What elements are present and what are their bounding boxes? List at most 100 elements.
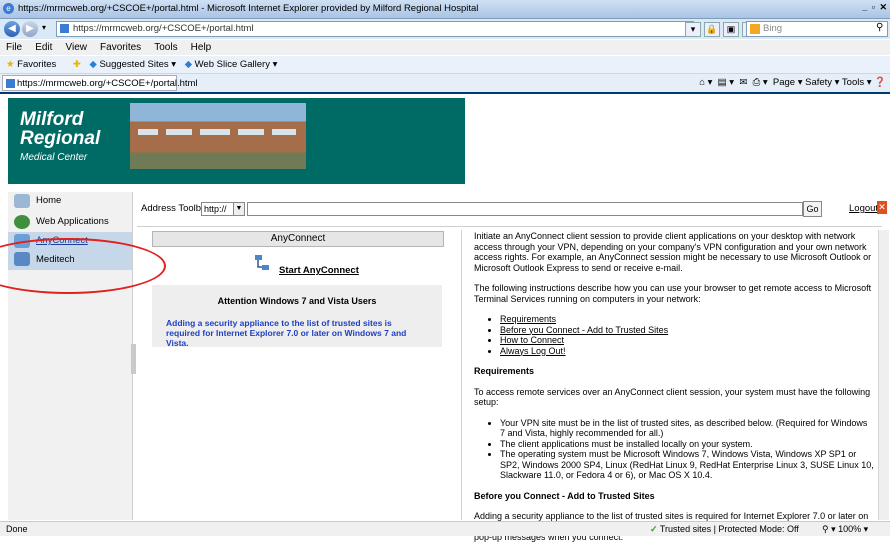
sidebar-item-label: Web Applications xyxy=(36,216,109,227)
annotation-circle xyxy=(0,238,166,294)
sidebar-splitter[interactable] xyxy=(131,344,136,374)
trusted-sites-heading: Before you Connect - Add to Trusted Site… xyxy=(474,490,655,501)
sidebar-item-label: Home xyxy=(36,195,62,206)
toc-list: Requirements Before you Connect - Add to… xyxy=(474,314,874,356)
suggested-sites-link[interactable]: Suggested Sites ▾ xyxy=(99,59,176,70)
toc-link-log-out[interactable]: Always Log Out! xyxy=(500,346,566,356)
tab-title: https://mrmcweb.org/+CSCOE+/portal.html xyxy=(17,78,198,89)
search-placeholder: Bing xyxy=(763,23,783,34)
menu-tools[interactable]: Tools xyxy=(154,42,177,53)
list-item: Your VPN site must be in the list of tru… xyxy=(500,418,874,439)
mail-icon[interactable]: ✉ xyxy=(739,77,747,88)
list-item: Always Log Out! xyxy=(500,346,874,357)
logo-line-3: Medical Center xyxy=(20,152,88,163)
status-text: Done xyxy=(6,524,28,534)
portal-url-input[interactable] xyxy=(247,202,803,216)
lock-icon[interactable]: 🔒 xyxy=(704,22,720,37)
go-button[interactable]: Go xyxy=(803,201,822,217)
menu-favorites[interactable]: Favorites xyxy=(100,42,141,53)
forward-icon[interactable]: ▶ xyxy=(22,21,38,37)
list-item: The operating system must be Microsoft W… xyxy=(500,449,874,481)
start-anyconnect-link[interactable]: Start AnyConnect xyxy=(279,265,359,276)
menu-bar: File Edit View Favorites Tools Help xyxy=(0,40,890,55)
list-item: Before you Connect - Add to Trusted Site… xyxy=(500,325,874,336)
window-titlebar: e https://mrmcweb.org/+CSCOE+/portal.htm… xyxy=(0,0,890,19)
attention-title: Attention Windows 7 and Vista Users xyxy=(217,296,377,306)
tab-favicon-icon xyxy=(6,79,15,88)
chevron-down-icon[interactable]: ▼ xyxy=(233,202,245,216)
bing-icon xyxy=(750,24,760,34)
sidebar-item-web-applications[interactable]: Web Applications xyxy=(8,213,132,231)
protocol-select[interactable]: http:// xyxy=(201,202,235,216)
search-icon[interactable]: ⚲ xyxy=(876,22,883,33)
status-bar: Done ✓ Trusted sites | Protected Mode: O… xyxy=(0,521,890,536)
toolbar-divider xyxy=(137,226,882,227)
anyconnect-network-icon[interactable] xyxy=(254,254,270,272)
list-item: Requirements xyxy=(500,314,874,325)
instructions-paragraph: The following instructions describe how … xyxy=(474,283,872,304)
url-field[interactable]: https://mrmcweb.org/+CSCOE+/portal.html xyxy=(56,21,694,37)
favorites-bar: ★ Favorites ✚ ◆ Suggested Sites ▾ ◆ Web … xyxy=(0,56,890,74)
favorites-button[interactable]: Favorites xyxy=(17,59,56,70)
logout-link[interactable]: Logout xyxy=(849,203,878,214)
menu-help[interactable]: Help xyxy=(191,42,212,53)
anyconnect-panel-header: AnyConnect xyxy=(152,231,444,247)
zoom-control[interactable]: ⚲ ▾ 100% ▾ xyxy=(822,522,868,536)
web-slice-gallery-link[interactable]: Web Slice Gallery ▾ xyxy=(195,59,278,70)
print-icon[interactable]: ⎙ ▾ xyxy=(753,77,768,88)
search-input[interactable]: Bing xyxy=(746,21,888,37)
zoom-level: 100% xyxy=(838,524,862,534)
tab-bar: https://mrmcweb.org/+CSCOE+/portal.html … xyxy=(0,74,890,94)
requirements-heading: Requirements xyxy=(474,366,535,376)
command-bar: ⌂ ▾ ▤ ▾ ✉ ⎙ ▾ Page ▾ Safety ▾ Tools ▾ ❓ xyxy=(699,76,886,90)
menu-view[interactable]: View xyxy=(65,42,87,53)
url-text: https://mrmcweb.org/+CSCOE+/portal.html xyxy=(73,23,254,34)
history-dropdown-icon[interactable]: ▾ xyxy=(42,23,46,32)
sidebar-item-home[interactable]: Home xyxy=(8,192,132,210)
attention-message: Adding a security appliance to the list … xyxy=(166,318,407,348)
hospital-logo: Milford Regional Medical Center xyxy=(20,110,100,163)
page-favicon-icon xyxy=(60,24,69,33)
portal-address-toolbar: Address Toolbar http:// ▼ Go Logout ✕ xyxy=(137,199,887,219)
zoom-icon: ⚲ ▾ xyxy=(822,524,836,534)
suggested-sites-icon: ◆ xyxy=(89,59,97,70)
logout-icon[interactable]: ✕ xyxy=(877,201,887,214)
help-icon[interactable]: ❓ xyxy=(874,77,886,88)
help-content: Initiate an AnyConnect client session to… xyxy=(474,231,874,553)
portal-banner: Milford Regional Medical Center xyxy=(8,98,465,184)
toc-link-requirements[interactable]: Requirements xyxy=(500,314,556,324)
globe-icon xyxy=(14,215,30,229)
feeds-icon[interactable]: ▤ ▾ xyxy=(718,77,734,88)
menu-file[interactable]: File xyxy=(6,42,22,53)
security-zone[interactable]: ✓ Trusted sites | Protected Mode: Off xyxy=(650,522,799,536)
content-divider xyxy=(461,230,462,520)
ie-logo-icon: e xyxy=(3,3,14,14)
menu-edit[interactable]: Edit xyxy=(35,42,52,53)
logo-line-1: Milford xyxy=(20,109,84,130)
hospital-building-photo xyxy=(130,103,306,169)
browser-tab[interactable]: https://mrmcweb.org/+CSCOE+/portal.html xyxy=(2,75,198,91)
list-item: How to Connect xyxy=(500,335,874,346)
content-scrollbar[interactable] xyxy=(878,230,889,520)
url-dropdown-icon[interactable]: ▾ xyxy=(685,22,701,37)
browser-address-bar: ◀ ▶ ▾ https://mrmcweb.org/+CSCOE+/portal… xyxy=(0,19,890,39)
home-icon xyxy=(14,194,30,208)
web-slice-icon: ◆ xyxy=(184,59,192,70)
favorites-star-icon[interactable]: ★ xyxy=(6,59,15,70)
back-icon[interactable]: ◀ xyxy=(4,21,20,37)
logo-line-2: Regional xyxy=(20,128,101,149)
add-favorite-icon[interactable]: ✚ xyxy=(73,59,81,70)
window-title: https://mrmcweb.org/+CSCOE+/portal.html … xyxy=(18,3,479,14)
address-toolbar-label: Address Toolbar xyxy=(141,203,210,214)
window-controls[interactable]: _ ▫ ✕ xyxy=(862,2,888,13)
zone-text: Trusted sites | Protected Mode: Off xyxy=(659,524,799,534)
command-menus[interactable]: Page ▾ Safety ▾ Tools ▾ xyxy=(773,77,872,88)
compatibility-icon[interactable]: ▣ xyxy=(723,22,739,37)
list-item: The client applications must be installe… xyxy=(500,439,874,450)
home-icon[interactable]: ⌂ ▾ xyxy=(699,77,712,88)
toc-link-trusted-sites[interactable]: Before you Connect - Add to Trusted Site… xyxy=(500,325,668,335)
intro-paragraph: Initiate an AnyConnect client session to… xyxy=(474,231,872,273)
toc-link-how-to-connect[interactable]: How to Connect xyxy=(500,335,564,345)
check-icon: ✓ xyxy=(650,524,658,534)
requirements-intro: To access remote services over an AnyCon… xyxy=(474,386,871,408)
